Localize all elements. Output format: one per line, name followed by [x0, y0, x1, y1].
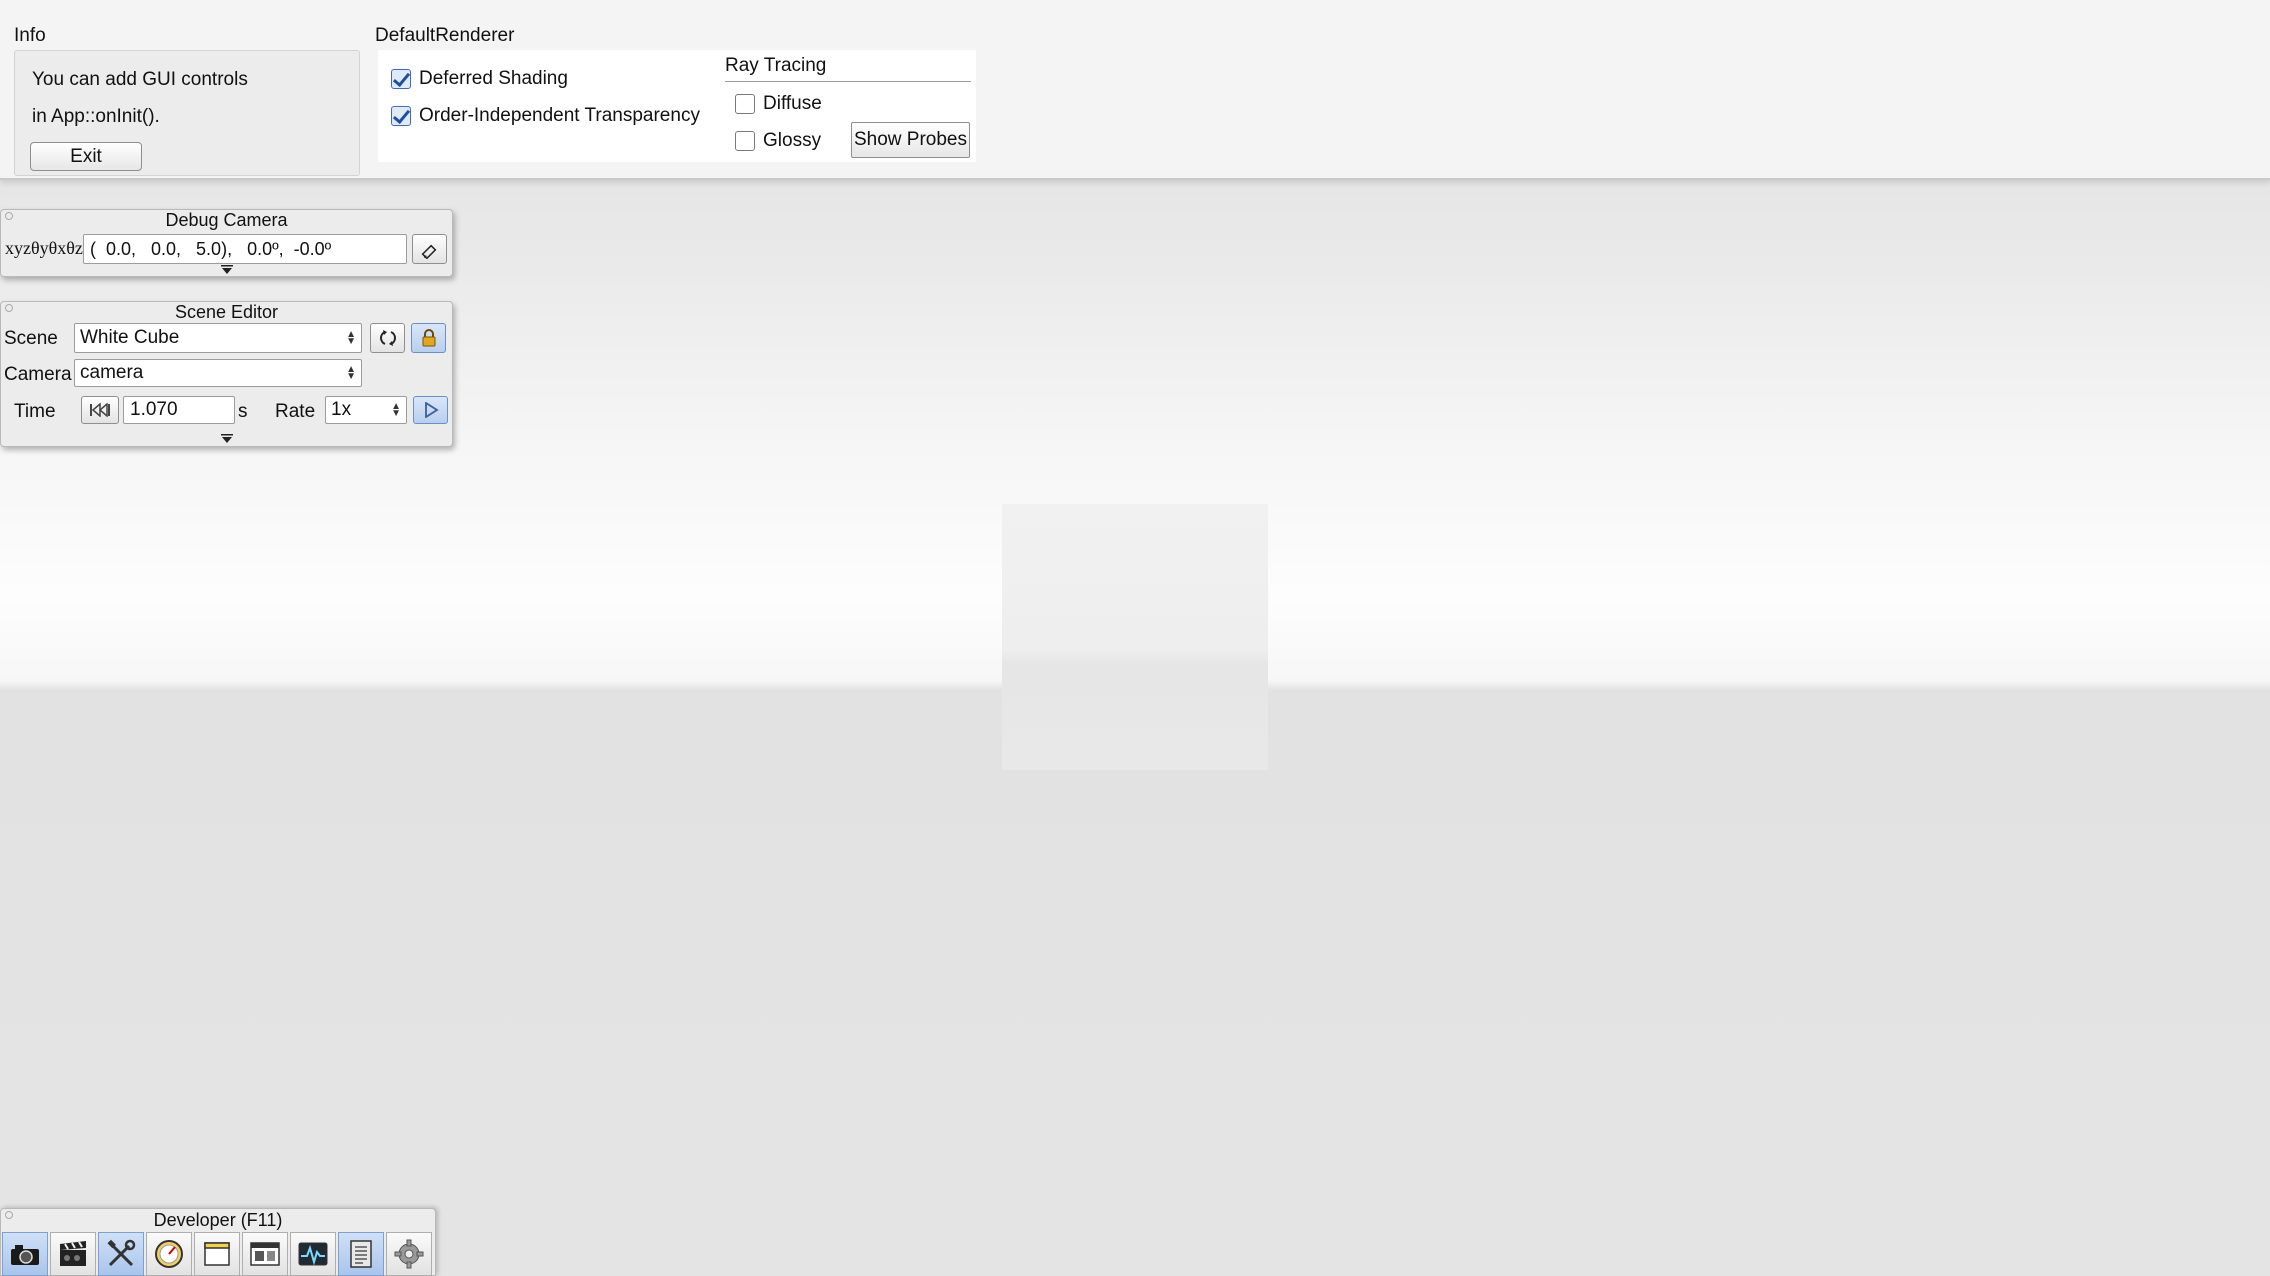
- lock-icon: [422, 329, 435, 347]
- tool-clapperboard[interactable]: [50, 1232, 96, 1276]
- info-text-line-2: in App::onInit().: [32, 106, 160, 127]
- chevron-down-icon[interactable]: [219, 264, 235, 275]
- renderer-section-title: DefaultRenderer: [375, 25, 515, 46]
- tool-log[interactable]: [338, 1232, 384, 1276]
- tool-settings[interactable]: [386, 1232, 432, 1276]
- diffuse-label: Diffuse: [763, 93, 822, 114]
- tool-window[interactable]: [194, 1232, 240, 1276]
- oit-checkbox[interactable]: [391, 106, 411, 126]
- ray-tracing-title: Ray Tracing: [725, 55, 827, 76]
- debug-camera-panel[interactable]: Debug Camera xyzθyθxθz ( 0.0, 0.0, 5.0),…: [0, 209, 453, 277]
- ray-tracing-divider: [725, 81, 971, 82]
- camera-coord-label: xyzθyθxθz: [5, 238, 83, 258]
- rate-label: Rate: [275, 401, 316, 422]
- pencil-icon: [421, 244, 436, 259]
- camera-dropdown[interactable]: camera ▲ ▼: [74, 359, 362, 387]
- top-gui-dock: Info You can add GUI controls in App::on…: [0, 0, 2270, 180]
- time-label: Time: [14, 401, 56, 422]
- deferred-shading-label: Deferred Shading: [419, 68, 568, 89]
- play-button[interactable]: [413, 396, 448, 424]
- time-field[interactable]: 1.070: [123, 396, 235, 424]
- white-cube: [1002, 504, 1268, 770]
- info-section-title: Info: [14, 25, 46, 46]
- settings-gear-icon: [394, 1239, 424, 1269]
- updown-icon: ▲ ▼: [346, 329, 356, 347]
- scene-editor-title[interactable]: Scene Editor: [1, 302, 452, 322]
- time-unit-label: s: [238, 401, 248, 422]
- rewind-button[interactable]: [81, 396, 119, 424]
- updown-icon: ▲ ▼: [391, 401, 401, 419]
- reload-icon: [379, 330, 396, 346]
- diffuse-checkbox-row[interactable]: Diffuse: [735, 93, 822, 115]
- tool-tools[interactable]: [98, 1232, 144, 1276]
- camera-edit-button[interactable]: [412, 234, 447, 264]
- speedometer-icon: [155, 1240, 183, 1268]
- camera-icon: [11, 1245, 39, 1265]
- info-text-line-1: You can add GUI controls: [32, 69, 248, 90]
- window-icon: [204, 1242, 230, 1266]
- deferred-shading-checkbox-row[interactable]: Deferred Shading: [391, 68, 568, 90]
- scene-editor-panel[interactable]: Scene Editor Scene White Cube ▲ ▼ Camera …: [0, 301, 453, 447]
- play-icon: [424, 402, 439, 418]
- tools-icon: [107, 1239, 136, 1267]
- scene-dropdown[interactable]: White Cube ▲ ▼: [74, 323, 362, 353]
- exit-button[interactable]: Exit: [30, 142, 142, 171]
- oit-label: Order-Independent Transparency: [419, 105, 700, 126]
- info-box: You can add GUI controls in App::onInit(…: [14, 50, 360, 176]
- chevron-down-icon[interactable]: [219, 433, 235, 444]
- lock-scene-button[interactable]: [411, 323, 446, 353]
- rate-dropdown[interactable]: 1x ▲ ▼: [325, 396, 407, 424]
- developer-toolbar[interactable]: Developer (F11): [0, 1208, 436, 1276]
- camera-frame-field[interactable]: ( 0.0, 0.0, 5.0), 0.0º, -0.0º: [83, 234, 407, 264]
- tool-profiler[interactable]: [290, 1232, 336, 1276]
- rewind-icon: [90, 403, 110, 417]
- glossy-checkbox[interactable]: [735, 131, 755, 151]
- clapperboard-icon: [60, 1241, 86, 1266]
- deferred-shading-checkbox[interactable]: [391, 69, 411, 89]
- glossy-label: Glossy: [763, 130, 822, 151]
- oit-checkbox-row[interactable]: Order-Independent Transparency: [391, 105, 700, 127]
- tool-speedometer[interactable]: [146, 1232, 192, 1276]
- debug-camera-title[interactable]: Debug Camera: [1, 210, 452, 230]
- scene-window-icon: [250, 1242, 280, 1266]
- scene-label: Scene: [4, 328, 58, 349]
- tool-camera[interactable]: [2, 1232, 48, 1276]
- reload-scene-button[interactable]: [370, 323, 405, 353]
- profiler-icon: [298, 1242, 328, 1266]
- tool-scene-window[interactable]: [242, 1232, 288, 1276]
- camera-label: Camera: [4, 364, 72, 385]
- developer-title[interactable]: Developer (F11): [1, 1209, 435, 1231]
- log-icon: [350, 1240, 372, 1268]
- updown-icon: ▲ ▼: [346, 364, 356, 382]
- show-probes-button[interactable]: Show Probes: [851, 122, 970, 158]
- diffuse-checkbox[interactable]: [735, 94, 755, 114]
- 3d-viewport[interactable]: [0, 0, 2270, 1276]
- scene-dropdown-value: White Cube: [80, 327, 180, 348]
- rate-dropdown-value: 1x: [331, 399, 352, 420]
- glossy-checkbox-row[interactable]: Glossy: [735, 130, 821, 152]
- camera-dropdown-value: camera: [80, 362, 144, 383]
